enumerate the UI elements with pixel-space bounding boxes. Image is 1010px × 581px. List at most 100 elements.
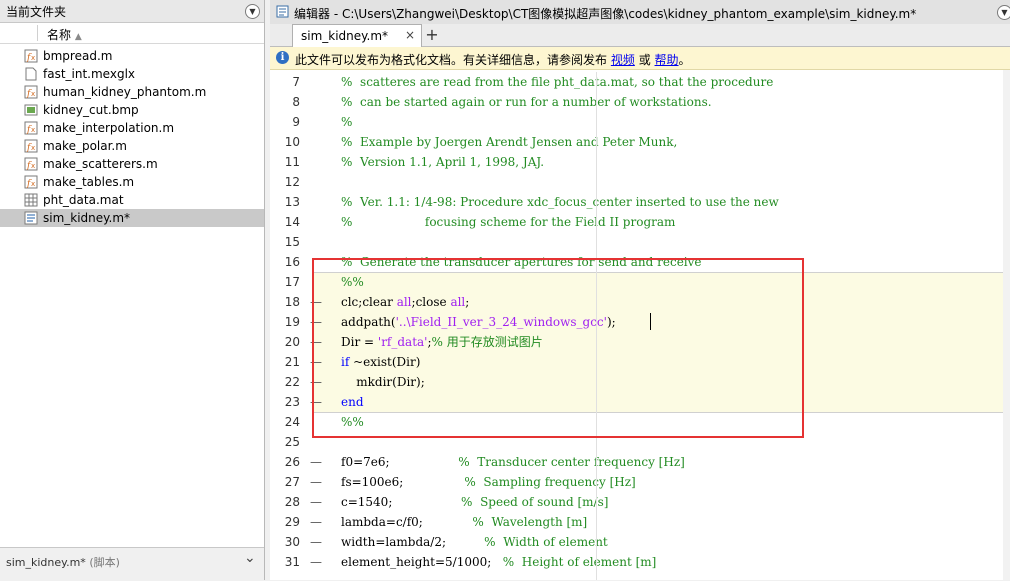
file-list-item[interactable]: f x make_polar.m — [0, 137, 264, 155]
code-line[interactable]: 10 % Example by Joergen Arendt Jensen and… — [270, 132, 1010, 152]
column-name-header[interactable]: 名称 ▲ — [47, 26, 82, 43]
breakpoint-marker[interactable] — [310, 192, 320, 212]
code-line[interactable]: 31 — element_height=5/1000; % Height of el… — [270, 552, 1010, 572]
mfile-function-icon: fx — [24, 157, 38, 171]
code-token: c=1540; — [341, 495, 462, 509]
current-folder-titlebar: 当前文件夹 ▼ — [0, 0, 264, 23]
code-text: % Example by Joergen Arendt Jensen and P… — [341, 132, 677, 152]
code-token: % scatteres are read from the file pht_d… — [341, 75, 774, 89]
breakpoint-marker[interactable] — [310, 132, 320, 152]
code-line[interactable]: 26 — f0=7e6; % Transducer center frequency… — [270, 452, 1010, 472]
line-number: 23 — [284, 395, 300, 409]
add-tab-button[interactable]: + — [422, 26, 442, 44]
breakpoint-marker[interactable] — [310, 172, 320, 192]
svg-text:x: x — [31, 180, 35, 188]
breakpoint-marker[interactable] — [310, 212, 320, 232]
line-number: 28 — [284, 495, 300, 509]
breakpoint-marker[interactable] — [310, 112, 320, 132]
code-line[interactable]: 27 — fs=100e6; % Sampling frequency [Hz] — [270, 472, 1010, 492]
info-message: 此文件可以发布为格式化文档。有关详细信息，请参阅发布 视频 或 帮助。 — [295, 53, 691, 67]
code-token: % Speed of sound [m/s] — [461, 495, 609, 509]
code-text: fs=100e6; % Sampling frequency [Hz] — [341, 472, 636, 492]
image-file-icon — [24, 104, 38, 116]
code-line[interactable]: 11 % Version 1.1, April 1, 1998, JAJ. — [270, 152, 1010, 172]
breakpoint-marker[interactable]: — — [310, 472, 322, 492]
breakpoint-marker[interactable]: — — [310, 512, 322, 532]
code-token: % — [341, 115, 353, 129]
line-number: 21 — [284, 355, 300, 369]
file-list-item[interactable]: kidney_cut.bmp — [0, 101, 264, 119]
editor-title: 编辑器 - C:\Users\Zhangwei\Desktop\CT图像模拟超声… — [294, 7, 917, 21]
mfile-function-icon: fx — [24, 49, 38, 63]
code-line[interactable]: 12 — [270, 172, 1010, 192]
code-line[interactable]: 28 — c=1540; % Speed of sound [m/s] — [270, 492, 1010, 512]
file-list-item[interactable]: f x make_scatterers.m — [0, 155, 264, 173]
code-token: % Width of element — [484, 535, 608, 549]
tab-sim-kidney[interactable]: sim_kidney.m* × — [292, 24, 422, 47]
breakpoint-marker[interactable] — [310, 92, 320, 112]
code-line[interactable]: 30 — width=lambda/2; % Width of element — [270, 532, 1010, 552]
code-line[interactable]: 14 % focusing scheme for the Field II pro… — [270, 212, 1010, 232]
breakpoint-marker[interactable] — [310, 72, 320, 92]
code-token: % focusing scheme for the Field II progr… — [341, 215, 676, 229]
file-name: bmpread.m — [43, 49, 113, 63]
line-number: 11 — [284, 155, 300, 169]
code-text: % Version 1.1, April 1, 1998, JAJ. — [341, 152, 544, 172]
breakpoint-marker[interactable]: — — [310, 452, 322, 472]
code-text: element_height=5/1000; % Height of eleme… — [341, 552, 656, 572]
code-token: width=lambda/2; — [341, 535, 485, 549]
file-list-item[interactable]: fast_int.mexglx — [0, 65, 264, 83]
code-line[interactable]: 9% — [270, 112, 1010, 132]
video-link[interactable]: 视频 — [611, 53, 635, 67]
code-token: % Wavelength [m] — [472, 515, 588, 529]
file-list-item[interactable]: f x make_interpolation.m — [0, 119, 264, 137]
file-list-item[interactable]: pht_data.mat — [0, 191, 264, 209]
line-number: 15 — [284, 235, 300, 249]
code-line[interactable]: 7 % scatteres are read from the file pht_… — [270, 72, 1010, 92]
vertical-scrollbar[interactable] — [1003, 70, 1010, 580]
close-icon[interactable]: × — [405, 28, 415, 42]
line-number: 31 — [284, 555, 300, 569]
code-text: % — [341, 112, 352, 132]
file-name: sim_kidney.m* — [43, 211, 131, 225]
code-token: % Version 1.1, April 1, 1998, JAJ. — [341, 155, 545, 169]
tab-label: sim_kidney.m* — [301, 29, 389, 43]
code-token: % Transducer center frequency [Hz] — [458, 455, 685, 469]
help-link[interactable]: 帮助 — [655, 53, 679, 67]
line-number: 22 — [284, 375, 300, 389]
file-list-item[interactable]: f x make_tables.m — [0, 173, 264, 191]
file-list-item[interactable]: f x bmpread.m — [0, 47, 264, 65]
file-list-item[interactable]: sim_kidney.m* — [0, 209, 264, 227]
line-number: 30 — [284, 535, 300, 549]
breakpoint-marker[interactable]: — — [310, 492, 322, 512]
panel-actions-icon[interactable]: ▼ — [245, 4, 260, 19]
breakpoint-marker[interactable]: — — [310, 552, 322, 572]
sort-ascending-icon: ▲ — [74, 32, 82, 42]
line-number: 29 — [284, 515, 300, 529]
breakpoint-marker[interactable] — [310, 152, 320, 172]
code-text: c=1540; % Speed of sound [m/s] — [341, 492, 608, 512]
file-name: human_kidney_phantom.m — [43, 85, 207, 99]
code-text: width=lambda/2; % Width of element — [341, 532, 608, 552]
line-number: 10 — [284, 135, 300, 149]
file-name: kidney_cut.bmp — [43, 103, 139, 117]
code-line[interactable]: 29 — lambda=c/f0; % Wavelength [m] — [270, 512, 1010, 532]
details-file-label: sim_kidney.m* (脚本) — [6, 556, 120, 569]
line-number: 25 — [284, 435, 300, 449]
chevron-down-icon[interactable]: ⌄ — [244, 550, 256, 566]
code-line[interactable]: 8 % can be started again or run for a num… — [270, 92, 1010, 112]
code-token: % can be started again or run for a numb… — [341, 95, 712, 109]
code-line[interactable]: 15 — [270, 232, 1010, 252]
mfile-function-icon: fx — [24, 175, 38, 189]
line-number: 7 — [292, 75, 300, 89]
file-list-item[interactable]: f x human_kidney_phantom.m — [0, 83, 264, 101]
breakpoint-marker[interactable]: — — [310, 532, 322, 552]
file-list-header: 名称 ▲ — [0, 23, 264, 44]
code-line[interactable]: 13 % Ver. 1.1: 1/4-98: Procedure xdc_focu… — [270, 192, 1010, 212]
editor-actions-icon[interactable]: ▼ — [997, 5, 1010, 20]
mat-file-icon — [24, 193, 38, 207]
breakpoint-marker[interactable] — [310, 232, 320, 252]
file-name: make_scatterers.m — [43, 157, 158, 171]
publish-info-bar: i 此文件可以发布为格式化文档。有关详细信息，请参阅发布 视频 或 帮助。 — [270, 47, 1010, 70]
details-bar: sim_kidney.m* (脚本) ⌄ — [0, 547, 264, 581]
